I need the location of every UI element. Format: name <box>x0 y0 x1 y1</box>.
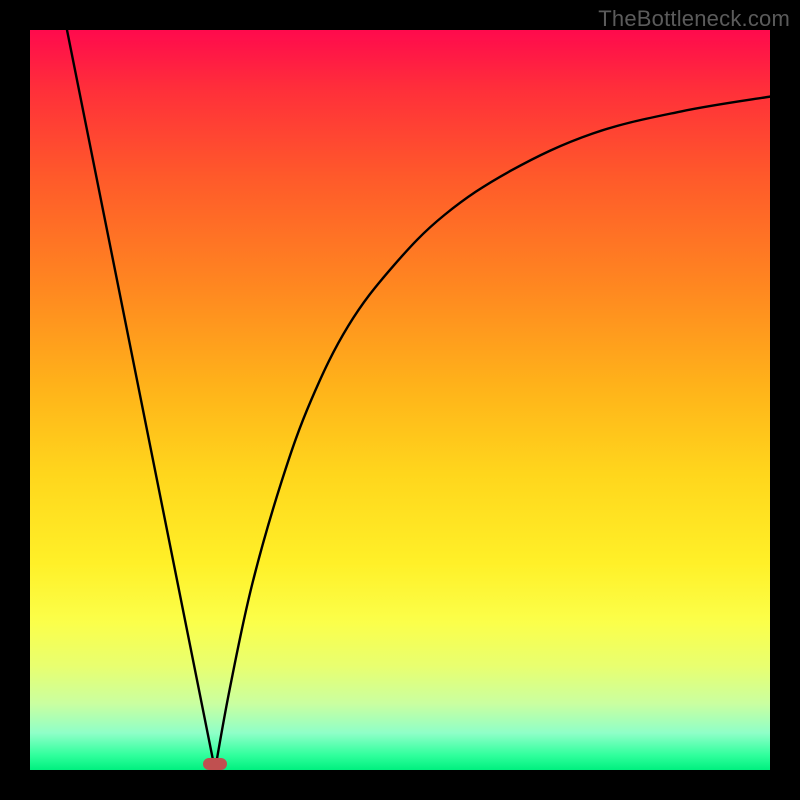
minimum-marker <box>203 758 227 770</box>
left-branch-path <box>67 30 215 770</box>
curve-svg <box>30 30 770 770</box>
watermark-text: TheBottleneck.com <box>598 6 790 32</box>
plot-area <box>30 30 770 770</box>
chart-frame: TheBottleneck.com <box>0 0 800 800</box>
right-branch-path <box>215 97 770 770</box>
